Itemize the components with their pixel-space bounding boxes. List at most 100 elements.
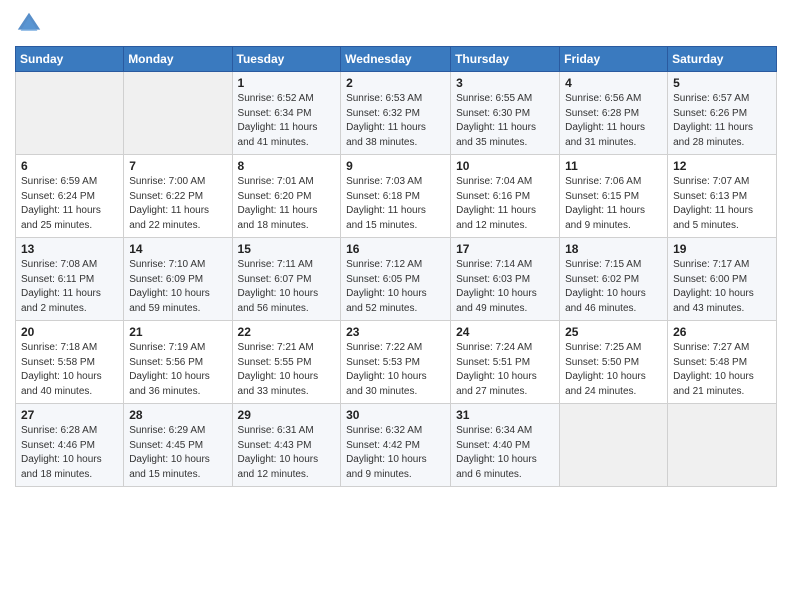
day-detail: Sunrise: 7:06 AMSunset: 6:15 PMDaylight:… — [565, 175, 662, 233]
day-cell: 13 Sunrise: 7:08 AMSunset: 6:11 PMDayligh… — [16, 238, 124, 321]
weekday-header-wednesday: Wednesday — [341, 47, 451, 72]
day-number: 5 — [673, 76, 771, 90]
day-detail: Sunrise: 7:24 AMSunset: 5:51 PMDaylight:… — [456, 341, 554, 399]
day-number: 27 — [21, 408, 118, 422]
day-number: 29 — [238, 408, 336, 422]
day-number: 11 — [565, 159, 662, 173]
day-cell — [668, 404, 777, 487]
day-detail: Sunrise: 7:08 AMSunset: 6:11 PMDaylight:… — [21, 258, 118, 316]
day-number: 18 — [565, 242, 662, 256]
day-cell: 19 Sunrise: 7:17 AMSunset: 6:00 PMDayligh… — [668, 238, 777, 321]
day-detail: Sunrise: 6:53 AMSunset: 6:32 PMDaylight:… — [346, 92, 445, 150]
day-cell: 6 Sunrise: 6:59 AMSunset: 6:24 PMDaylight… — [16, 155, 124, 238]
day-number: 21 — [129, 325, 226, 339]
day-cell: 28 Sunrise: 6:29 AMSunset: 4:45 PMDayligh… — [124, 404, 232, 487]
day-cell: 4Sunrise: 6:56 AMSunset: 6:28 PMDaylight… — [560, 72, 668, 155]
week-row-1: 1 Sunrise: 6:52 AMSunset: 6:34 PMDaylight… — [16, 72, 777, 155]
day-cell: 3 Sunrise: 6:55 AMSunset: 6:30 PMDaylight… — [451, 72, 560, 155]
week-row-2: 6 Sunrise: 6:59 AMSunset: 6:24 PMDaylight… — [16, 155, 777, 238]
day-cell: 8Sunrise: 7:01 AMSunset: 6:20 PMDaylight… — [232, 155, 341, 238]
day-number: 14 — [129, 242, 226, 256]
day-number: 2 — [346, 76, 445, 90]
day-detail: Sunrise: 6:59 AMSunset: 6:24 PMDaylight:… — [21, 175, 118, 233]
day-number: 19 — [673, 242, 771, 256]
day-cell: 21Sunrise: 7:19 AMSunset: 5:56 PMDayligh… — [124, 321, 232, 404]
day-detail: Sunrise: 6:52 AMSunset: 6:34 PMDaylight:… — [238, 92, 336, 150]
weekday-header-friday: Friday — [560, 47, 668, 72]
day-number: 12 — [673, 159, 771, 173]
week-row-3: 13 Sunrise: 7:08 AMSunset: 6:11 PMDayligh… — [16, 238, 777, 321]
day-detail: Sunrise: 7:22 AMSunset: 5:53 PMDaylight:… — [346, 341, 445, 399]
day-number: 15 — [238, 242, 336, 256]
day-cell: 18 Sunrise: 7:15 AMSunset: 6:02 PMDayligh… — [560, 238, 668, 321]
weekday-header-saturday: Saturday — [668, 47, 777, 72]
day-cell: 17 Sunrise: 7:14 AMSunset: 6:03 PMDayligh… — [451, 238, 560, 321]
week-row-5: 27 Sunrise: 6:28 AMSunset: 4:46 PMDayligh… — [16, 404, 777, 487]
day-number: 28 — [129, 408, 226, 422]
day-detail: Sunrise: 7:14 AMSunset: 6:03 PMDaylight:… — [456, 258, 554, 316]
day-number: 31 — [456, 408, 554, 422]
day-detail: Sunrise: 6:29 AMSunset: 4:45 PMDaylight:… — [129, 424, 226, 482]
day-number: 8 — [238, 159, 336, 173]
day-number: 9 — [346, 159, 445, 173]
day-cell: 23 Sunrise: 7:22 AMSunset: 5:53 PMDayligh… — [341, 321, 451, 404]
day-cell: 20 Sunrise: 7:18 AMSunset: 5:58 PMDayligh… — [16, 321, 124, 404]
day-number: 1 — [238, 76, 336, 90]
day-cell: 22Sunrise: 7:21 AMSunset: 5:55 PMDayligh… — [232, 321, 341, 404]
day-detail: Sunrise: 7:27 AMSunset: 5:48 PMDaylight:… — [673, 341, 771, 399]
day-number: 26 — [673, 325, 771, 339]
day-detail: Sunrise: 7:07 AMSunset: 6:13 PMDaylight:… — [673, 175, 771, 233]
day-cell: 30 Sunrise: 6:32 AMSunset: 4:42 PMDayligh… — [341, 404, 451, 487]
day-detail: Sunrise: 6:55 AMSunset: 6:30 PMDaylight:… — [456, 92, 554, 150]
day-cell: 26 Sunrise: 7:27 AMSunset: 5:48 PMDayligh… — [668, 321, 777, 404]
day-number: 10 — [456, 159, 554, 173]
day-number: 20 — [21, 325, 118, 339]
day-number: 23 — [346, 325, 445, 339]
day-cell: 7 Sunrise: 7:00 AMSunset: 6:22 PMDaylight… — [124, 155, 232, 238]
week-row-4: 20 Sunrise: 7:18 AMSunset: 5:58 PMDayligh… — [16, 321, 777, 404]
weekday-header-sunday: Sunday — [16, 47, 124, 72]
weekday-header-monday: Monday — [124, 47, 232, 72]
day-cell: 5Sunrise: 6:57 AMSunset: 6:26 PMDaylight… — [668, 72, 777, 155]
day-detail: Sunrise: 7:21 AMSunset: 5:55 PMDaylight:… — [238, 341, 336, 399]
weekday-header-tuesday: Tuesday — [232, 47, 341, 72]
day-detail: Sunrise: 6:31 AMSunset: 4:43 PMDaylight:… — [238, 424, 336, 482]
logo — [15, 10, 47, 38]
day-number: 13 — [21, 242, 118, 256]
header — [15, 10, 777, 38]
day-detail: Sunrise: 7:18 AMSunset: 5:58 PMDaylight:… — [21, 341, 118, 399]
day-cell: 9 Sunrise: 7:03 AMSunset: 6:18 PMDaylight… — [341, 155, 451, 238]
day-number: 6 — [21, 159, 118, 173]
day-detail: Sunrise: 6:56 AMSunset: 6:28 PMDaylight:… — [565, 92, 662, 150]
day-detail: Sunrise: 7:25 AMSunset: 5:50 PMDaylight:… — [565, 341, 662, 399]
weekday-header-row: SundayMondayTuesdayWednesdayThursdayFrid… — [16, 47, 777, 72]
day-detail: Sunrise: 7:03 AMSunset: 6:18 PMDaylight:… — [346, 175, 445, 233]
day-cell: 16Sunrise: 7:12 AMSunset: 6:05 PMDayligh… — [341, 238, 451, 321]
day-cell: 24Sunrise: 7:24 AMSunset: 5:51 PMDayligh… — [451, 321, 560, 404]
day-number: 7 — [129, 159, 226, 173]
calendar: SundayMondayTuesdayWednesdayThursdayFrid… — [15, 46, 777, 487]
day-number: 30 — [346, 408, 445, 422]
day-cell: 1 Sunrise: 6:52 AMSunset: 6:34 PMDaylight… — [232, 72, 341, 155]
day-number: 3 — [456, 76, 554, 90]
day-detail: Sunrise: 6:34 AMSunset: 4:40 PMDaylight:… — [456, 424, 554, 482]
day-cell: 12 Sunrise: 7:07 AMSunset: 6:13 PMDayligh… — [668, 155, 777, 238]
logo-icon — [15, 10, 43, 38]
day-detail: Sunrise: 7:15 AMSunset: 6:02 PMDaylight:… — [565, 258, 662, 316]
day-number: 17 — [456, 242, 554, 256]
day-cell: 14Sunrise: 7:10 AMSunset: 6:09 PMDayligh… — [124, 238, 232, 321]
day-detail: Sunrise: 6:32 AMSunset: 4:42 PMDaylight:… — [346, 424, 445, 482]
day-number: 25 — [565, 325, 662, 339]
day-detail: Sunrise: 7:00 AMSunset: 6:22 PMDaylight:… — [129, 175, 226, 233]
day-cell — [16, 72, 124, 155]
day-detail: Sunrise: 6:28 AMSunset: 4:46 PMDaylight:… — [21, 424, 118, 482]
day-cell: 25 Sunrise: 7:25 AMSunset: 5:50 PMDayligh… — [560, 321, 668, 404]
weekday-header-thursday: Thursday — [451, 47, 560, 72]
day-cell: 31 Sunrise: 6:34 AMSunset: 4:40 PMDayligh… — [451, 404, 560, 487]
day-detail: Sunrise: 7:04 AMSunset: 6:16 PMDaylight:… — [456, 175, 554, 233]
day-detail: Sunrise: 7:12 AMSunset: 6:05 PMDaylight:… — [346, 258, 445, 316]
day-cell: 10 Sunrise: 7:04 AMSunset: 6:16 PMDayligh… — [451, 155, 560, 238]
day-cell: 11 Sunrise: 7:06 AMSunset: 6:15 PMDayligh… — [560, 155, 668, 238]
day-cell: 15Sunrise: 7:11 AMSunset: 6:07 PMDayligh… — [232, 238, 341, 321]
day-detail: Sunrise: 7:17 AMSunset: 6:00 PMDaylight:… — [673, 258, 771, 316]
